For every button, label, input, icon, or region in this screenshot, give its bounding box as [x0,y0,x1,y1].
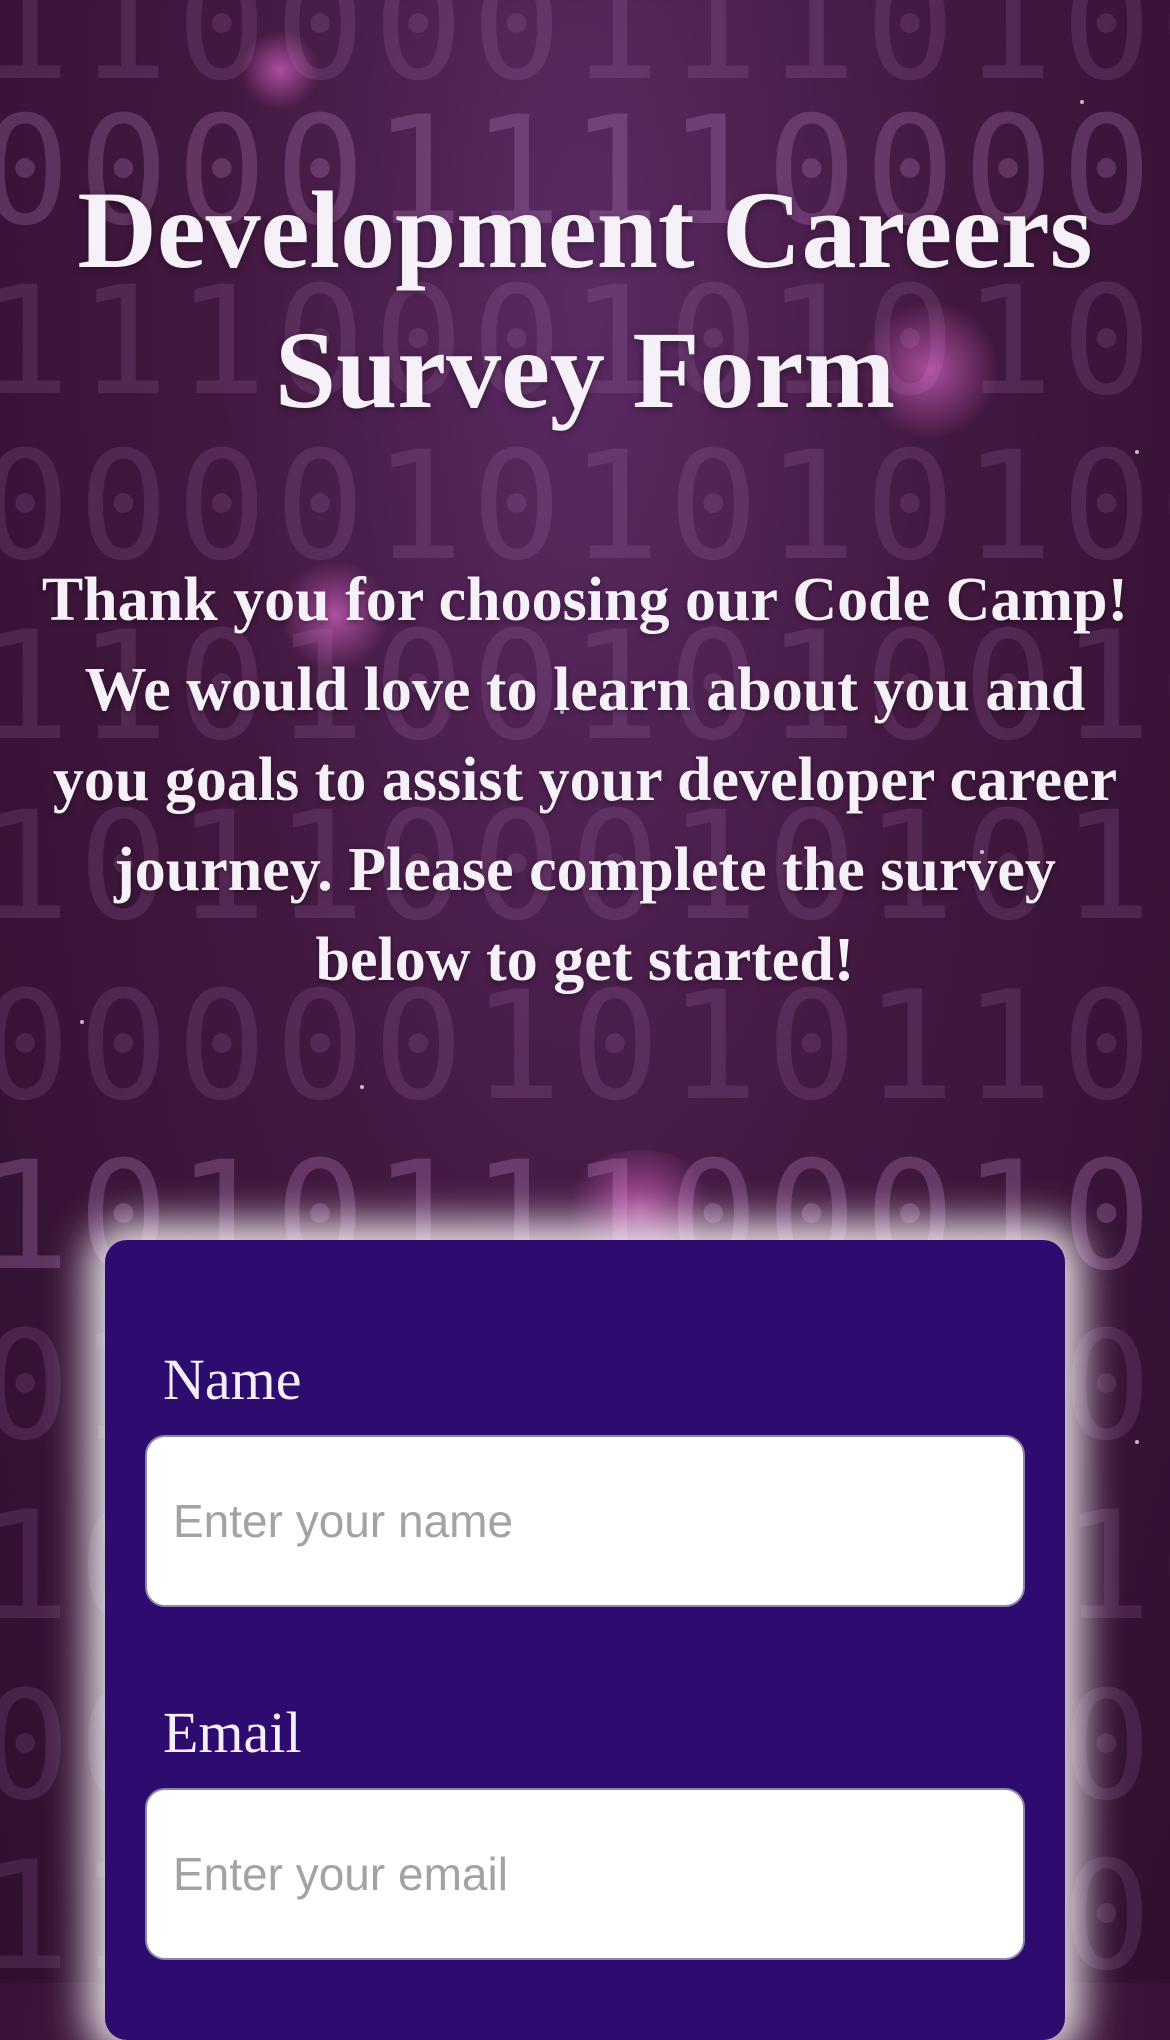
email-field-group: Email [145,1698,1025,1960]
page-title-line2: Survey Form [274,309,896,431]
name-input[interactable] [145,1435,1025,1607]
sparkle [80,1020,84,1024]
email-input[interactable] [145,1788,1025,1960]
email-label: Email [163,1700,302,1765]
sparkle [1135,1440,1139,1444]
page-title-line1: Development Careers [77,169,1093,291]
survey-form: Name Email [105,1240,1065,2040]
sparkle [360,1085,364,1089]
light-glow [240,30,320,110]
page-description: Thank you for choosing our Code Camp! We… [41,566,1129,994]
sparkle [1080,100,1084,104]
name-label: Name [163,1347,302,1412]
name-field-group: Name [145,1345,1025,1607]
page-title: Development Careers Survey Form [0,160,1170,440]
sparkle [1135,450,1139,454]
